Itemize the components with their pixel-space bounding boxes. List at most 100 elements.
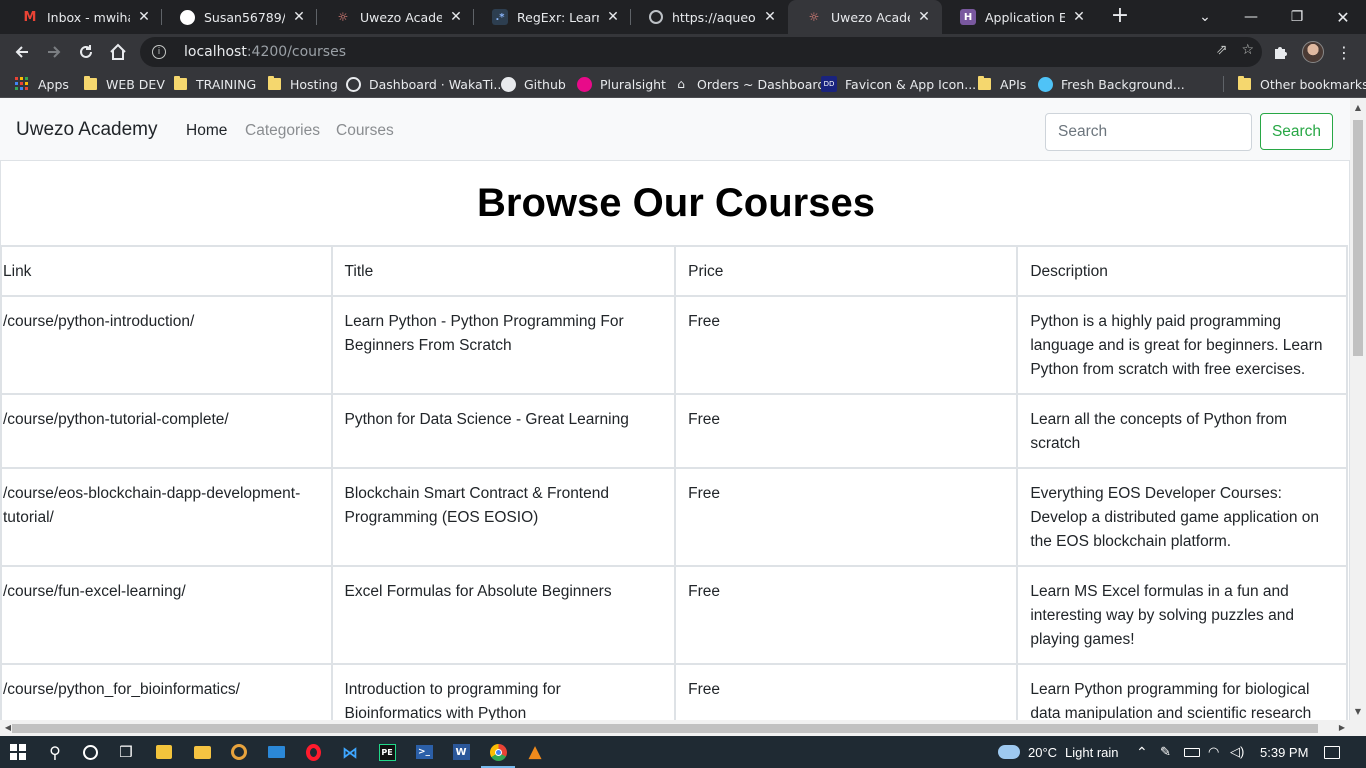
nav-link-categories[interactable]: Categories [245,122,320,140]
pen-icon[interactable]: ✎ [1160,736,1171,768]
gmail-icon: M [23,9,37,25]
close-tab-icon[interactable]: ✕ [1071,9,1087,25]
browser-tab-github[interactable]: Susan56789/Uwe ✕ [162,0,317,34]
table-row: /course/python-introduction/ Learn Pytho… [0,295,1348,395]
browser-tab-regexr[interactable]: .* RegExr: Learn, Bu ✕ [474,0,631,34]
close-tab-icon[interactable]: ✕ [605,9,621,25]
site-info-icon[interactable]: i [152,45,166,59]
close-tab-icon[interactable]: ✕ [916,9,932,25]
course-description-cell: Learn MS Excel formulas in a fun and int… [1016,565,1348,665]
page-title: Browse Our Courses [477,181,875,225]
browser-tab-heroku[interactable]: H Application Error ✕ [942,0,1097,34]
nav-link-courses[interactable]: Courses [336,122,394,140]
bookmark-pluralsight[interactable]: Pluralsight [577,70,666,98]
wifi-icon[interactable]: ◠ [1208,736,1219,768]
home-icon [110,43,126,60]
browser-tab-uwezo-active[interactable]: ☼ Uwezo Academy ✕ [788,0,942,34]
nav-link-home[interactable]: Home [186,122,227,140]
browser-tab-uwezo-1[interactable]: ☼ Uwezo Academy ✕ [317,0,474,34]
close-tab-icon[interactable]: ✕ [291,9,307,25]
new-tab-button[interactable]: + [1108,4,1132,28]
browser-tab-aqueous[interactable]: https://aqueous- ✕ [631,0,788,34]
task-view-icon[interactable]: ❒ [114,740,138,764]
bookmark-training[interactable]: TRAINING [172,70,256,98]
vertical-scrollbar[interactable]: ▲ ▼ [1350,98,1366,720]
extensions-puzzle-icon[interactable] [1266,38,1294,66]
forward-button[interactable] [40,38,68,66]
folder-icon [976,76,992,92]
bookmark-wakatime[interactable]: Dashboard · WakaTi... [346,70,505,98]
terminal-icon[interactable]: >_ [412,740,436,764]
mail-icon[interactable] [264,740,288,764]
close-tab-icon[interactable]: ✕ [762,9,778,25]
notifications-icon[interactable] [1324,736,1340,768]
courses-section: Browse Our Courses Link Title Price Desc… [0,160,1350,736]
apps-grid-icon [14,76,30,92]
reload-icon [80,45,92,58]
share-icon[interactable]: ⇗ [1216,42,1228,58]
bookmark-label: Apps [38,76,69,92]
profile-avatar[interactable] [1299,38,1327,66]
cortana-icon[interactable] [78,740,102,764]
bookmark-hosting[interactable]: Hosting [266,70,338,98]
course-description-cell: Everything EOS Developer Courses: Develo… [1016,467,1348,567]
scroll-right-arrow-icon[interactable]: ▶ [1334,720,1350,736]
close-tab-icon[interactable]: ✕ [448,9,464,25]
close-tab-icon[interactable]: ✕ [136,9,152,25]
bookmark-apps[interactable]: Apps [14,70,69,98]
folder-icon [1236,76,1252,92]
table-row: /course/python-tutorial-complete/ Python… [0,393,1348,469]
volume-icon[interactable]: ◁) [1230,736,1244,768]
bookmark-web-dev[interactable]: WEB DEV [82,70,165,98]
bookmark-orders[interactable]: ⌂ Orders ~ Dashboard [673,70,825,98]
vscode-icon[interactable]: ⋈ [338,740,362,764]
search-input[interactable] [1045,113,1252,151]
minimize-button[interactable]: — [1228,0,1274,34]
restore-button[interactable]: ❐ [1274,0,1320,34]
pycharm-icon[interactable]: PE [375,740,399,764]
close-window-button[interactable]: ✕ [1320,0,1366,34]
globe-icon [649,10,663,24]
horizontal-scrollbar[interactable]: ◀ ▶ [0,720,1366,736]
angular-app-icon: ☼ [337,10,349,24]
vlc-icon[interactable]: ▲ [523,740,547,764]
bookmark-apis[interactable]: APIs [976,70,1026,98]
windows-start-icon[interactable] [6,740,30,764]
tab-strip: M Inbox - mwihaki2 ✕ Susan56789/Uwe ✕ ☼ … [0,0,1366,34]
browser-tab-gmail[interactable]: M Inbox - mwihaki2 ✕ [4,0,162,34]
chrome-icon[interactable] [481,740,515,768]
opera-icon[interactable] [301,740,325,764]
bookmark-favicon[interactable]: DD Favicon & App Icon... [821,70,976,98]
home-button[interactable] [104,38,132,66]
search-icon[interactable]: ⚲ [43,740,67,764]
horizontal-scroll-thumb[interactable] [12,724,1318,733]
vertical-scroll-thumb[interactable] [1353,120,1363,356]
bookmark-github[interactable]: Github [501,70,566,98]
folder-icon [266,76,282,92]
reload-button[interactable] [72,38,100,66]
windows-taskbar: ⚲ ❒ ⋈ PE >_ W ▲ 20°C Light rain ⌃ ✎ ◠ ◁)… [0,736,1366,768]
search-button[interactable]: Search [1260,113,1333,150]
folder-icon [82,76,98,92]
weather-widget[interactable]: 20°C Light rain [998,736,1119,768]
word-icon[interactable]: W [449,740,473,764]
battery-icon[interactable] [1184,736,1200,768]
clock[interactable]: 5:39 PM [1260,736,1308,768]
address-bar[interactable]: i localhost:4200/courses ⇗ ☆ [140,37,1262,67]
file-explorer-icon[interactable] [190,740,214,764]
bookmark-fresh-background[interactable]: Fresh Background... [1038,70,1185,98]
scroll-up-arrow-icon[interactable]: ▲ [1350,100,1366,116]
url-path: :4200/courses [246,44,346,60]
navbar-brand[interactable]: Uwezo Academy [16,119,158,141]
bookmark-other[interactable]: Other bookmarks [1236,70,1366,98]
bookmark-star-icon[interactable]: ☆ [1241,42,1254,58]
tab-search-chevron-icon[interactable]: ⌄ [1182,0,1228,34]
tab-title: Uwezo Academy [831,9,910,25]
page-viewport: Uwezo Academy Home Categories Courses Se… [0,98,1366,736]
media-app-icon[interactable] [227,740,251,764]
back-button[interactable] [8,38,36,66]
menu-kebab-icon[interactable]: ⋮ [1330,38,1358,66]
scroll-down-arrow-icon[interactable]: ▼ [1350,704,1366,720]
store-icon[interactable] [152,740,176,764]
show-hidden-icons-chevron-icon[interactable]: ⌃ [1136,736,1148,768]
